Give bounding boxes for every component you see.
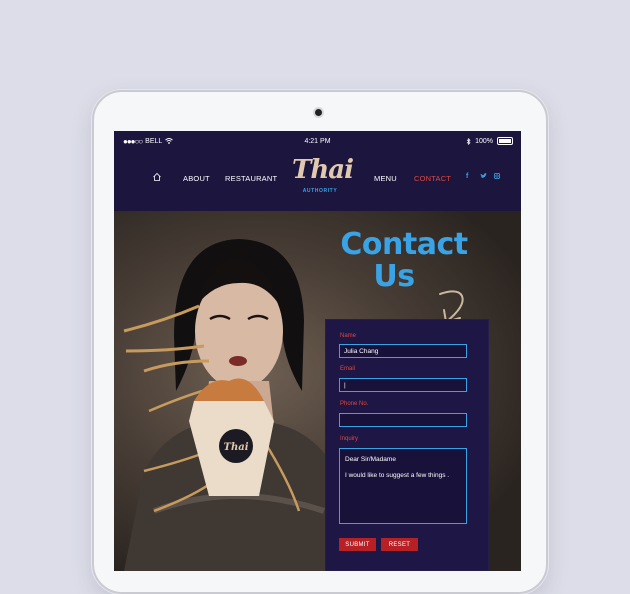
inquiry-label: Inquiry (340, 436, 359, 442)
camera-icon (315, 109, 322, 116)
twitter-icon[interactable] (480, 173, 487, 179)
submit-button[interactable]: SUBMIT (339, 538, 376, 551)
tablet-screen: ●●●○○ BELL 4:21 PM 100% ABOUT RESTAURANT… (114, 131, 521, 571)
bluetooth-icon (466, 137, 471, 145)
contact-heading-line1: Contact (340, 227, 468, 262)
name-label: Name (340, 333, 357, 339)
name-field[interactable] (339, 344, 467, 358)
status-time: 4:21 PM (304, 137, 331, 145)
email-field[interactable] (339, 378, 467, 392)
logo-wordmark: Thai (292, 155, 354, 185)
status-right: 100% (466, 137, 513, 145)
site-navbar: ABOUT RESTAURANT Thai AUTHORITY MENU CON… (114, 151, 521, 209)
contact-heading: Contact Us (329, 229, 479, 293)
nav-about[interactable]: ABOUT (183, 174, 210, 183)
battery-icon (497, 137, 513, 145)
phone-field[interactable] (339, 413, 467, 427)
inquiry-line-1: Dear Sir/Madame (345, 456, 396, 463)
nav-menu[interactable]: MENU (374, 174, 397, 183)
status-bar: ●●●○○ BELL 4:21 PM 100% (114, 131, 521, 151)
email-label: Email (340, 366, 356, 372)
contact-form: Name Email Phone No. Inquiry Dear Sir/Ma… (325, 319, 489, 571)
facebook-icon[interactable]: f (466, 173, 468, 180)
home-icon[interactable] (152, 172, 162, 182)
inquiry-line-2: I would like to suggest a few things . (345, 472, 450, 479)
hero-section: Thai Contact Us Name Email Phone No. Inq… (114, 211, 521, 571)
inquiry-textarea[interactable]: Dear Sir/Madame I would like to suggest … (339, 448, 467, 524)
svg-text:Thai: Thai (224, 442, 249, 453)
phone-label: Phone No. (340, 401, 369, 407)
nav-contact[interactable]: CONTACT (414, 174, 451, 183)
logo-subtitle: AUTHORITY (302, 188, 338, 194)
battery-percent: 100% (475, 137, 493, 145)
nav-restaurant[interactable]: RESTAURANT (225, 174, 277, 183)
site-logo[interactable]: Thai AUTHORITY (292, 155, 354, 201)
reset-button[interactable]: RESET (381, 538, 418, 551)
instagram-icon[interactable] (494, 173, 500, 179)
